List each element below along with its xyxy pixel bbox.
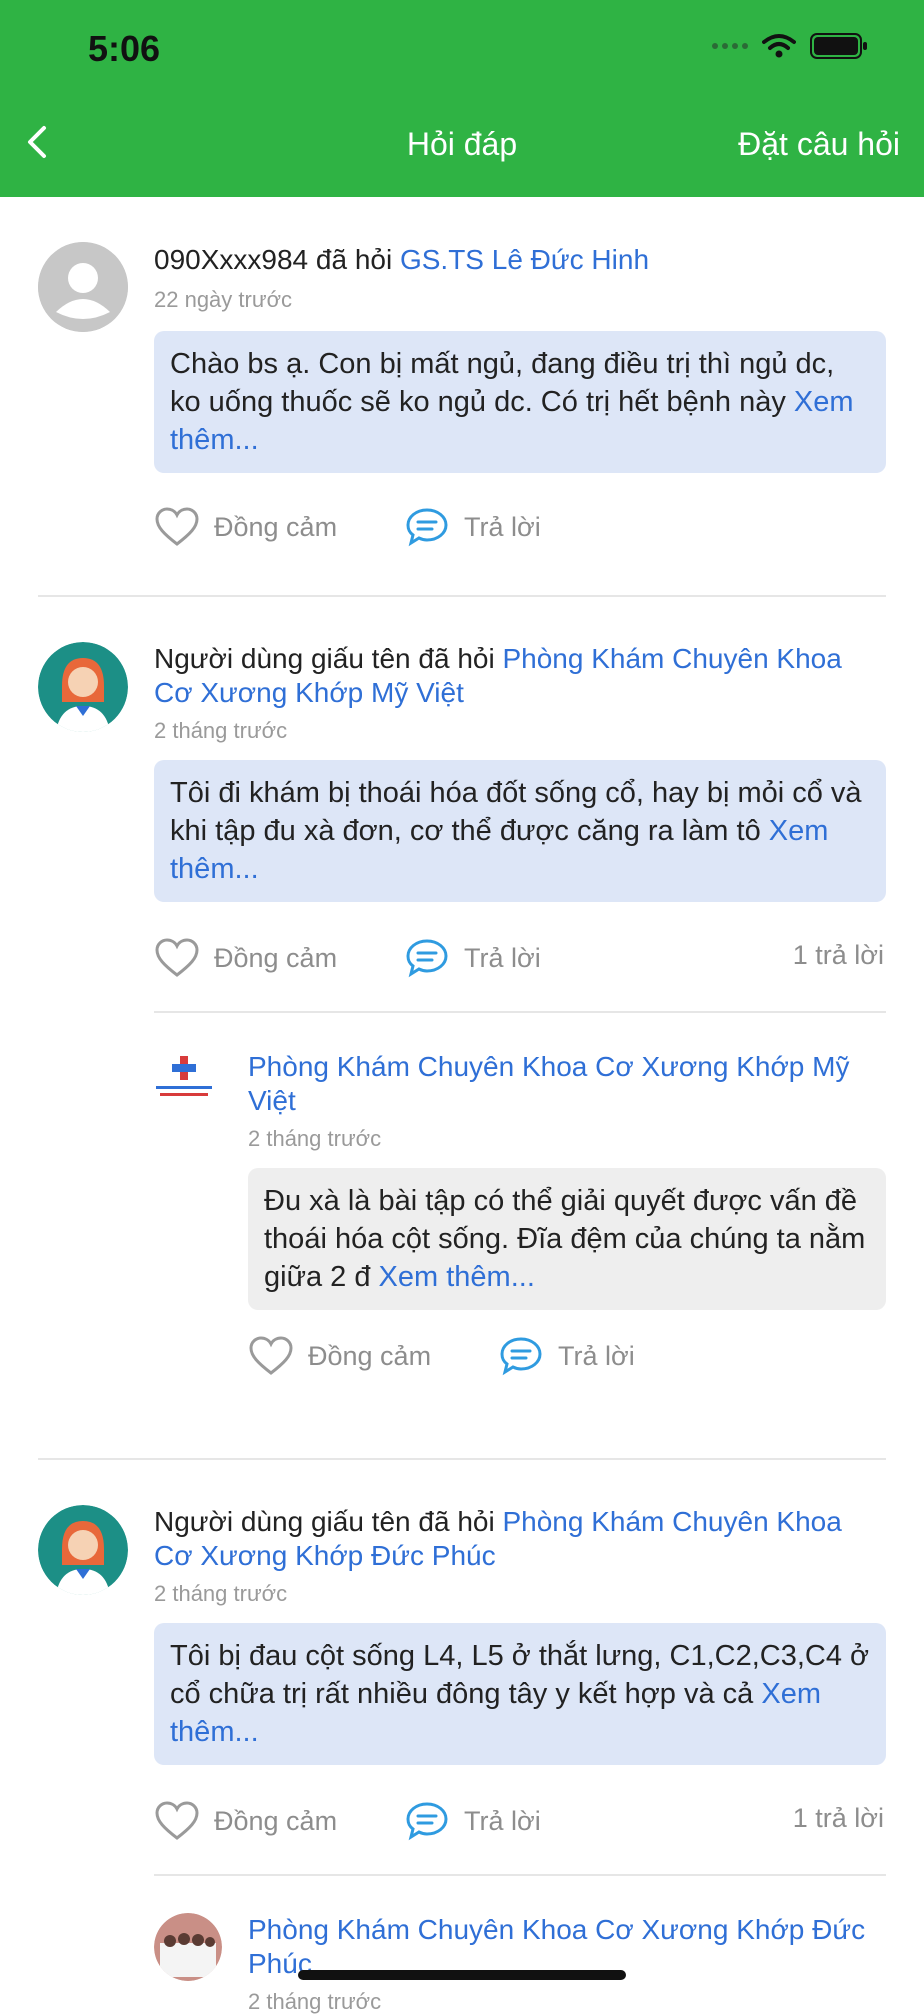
home-indicator <box>298 1970 626 1980</box>
empathy-label: Đồng cảm <box>214 1805 338 1836</box>
status-time: 5:06 <box>88 28 161 69</box>
battery-icon <box>810 33 867 59</box>
app-header: 5:06 Hỏi đáp Đặt câu hỏi <box>0 0 924 197</box>
post-actions: Đồng cảm Trả lời 1 trả lời <box>154 936 886 980</box>
reply-bubble[interactable]: Đu xà là bài tập có thể giải quyết được … <box>248 1168 886 1310</box>
chat-bubble-icon <box>406 508 448 547</box>
reply-button[interactable]: Trả lời <box>404 936 541 980</box>
reply-button[interactable]: Trả lời <box>404 1799 541 1843</box>
status-icons <box>712 32 868 60</box>
post-actions: Đồng cảm Trả lời <box>154 505 886 549</box>
reply-label: Trả lời <box>464 511 541 542</box>
chat-bubble-icon <box>406 939 448 978</box>
clinic-link[interactable]: Phòng Khám Chuyên Khoa Cơ Xương Khớp Mỹ … <box>248 1051 849 1116</box>
reply-count[interactable]: 1 trả lời <box>793 1803 884 1834</box>
question-time: 22 ngày trước <box>154 287 292 312</box>
asked-label: đã hỏi <box>315 244 393 275</box>
heart-icon <box>155 938 199 977</box>
reply-divider <box>154 1874 886 1876</box>
question-author: Người dùng giấu tên <box>154 1506 411 1537</box>
doctor-link[interactable]: GS.TS Lê Đức Hinh <box>400 244 649 275</box>
chat-bubble-icon <box>406 1802 448 1841</box>
heart-icon <box>155 507 199 546</box>
post-divider <box>38 595 886 597</box>
post-divider <box>38 1458 886 1460</box>
clinic-photo-avatar <box>154 1913 222 1981</box>
reply-label: Trả lời <box>558 1340 635 1371</box>
default-avatar-icon <box>38 242 128 332</box>
wifi-icon <box>762 34 796 58</box>
clinic-logo-icon <box>156 1056 212 1096</box>
asked-label: đã hỏi <box>418 643 495 674</box>
chat-bubble-icon <box>500 1337 542 1376</box>
female-avatar-icon <box>38 1505 128 1595</box>
reply-time: 2 tháng trước <box>248 1126 382 1151</box>
question-text: Chào bs ạ. Con bị mất ngủ, đang điều trị… <box>170 348 835 418</box>
question-author: 090Xxxx984 <box>154 244 309 275</box>
cellular-signal-icon <box>712 43 748 49</box>
question-header: Người dùng giấu tên đã hỏi Phòng Khám Ch… <box>154 642 888 710</box>
reply-label: Trả lời <box>464 1805 541 1836</box>
ask-question-button[interactable]: Đặt câu hỏi <box>738 126 900 163</box>
question-time: 2 tháng trước <box>154 1581 288 1606</box>
reply-time: 2 tháng trước <box>248 1989 382 2014</box>
empathy-button[interactable]: Đồng cảm <box>154 505 337 549</box>
empathy-button[interactable]: Đồng cảm <box>154 936 337 980</box>
empathy-button[interactable]: Đồng cảm <box>248 1334 431 1378</box>
reply-text: Đu xà là bài tập có thể giải quyết được … <box>264 1185 866 1293</box>
empathy-label: Đồng cảm <box>308 1340 432 1371</box>
heart-icon <box>249 1336 293 1375</box>
asked-label: đã hỏi <box>418 1506 495 1537</box>
heart-icon <box>155 1801 199 1840</box>
reply-divider <box>154 1011 886 1013</box>
see-more-link[interactable]: Xem thêm... <box>379 1261 535 1293</box>
reply-button[interactable]: Trả lời <box>404 505 541 549</box>
empathy-label: Đồng cảm <box>214 511 338 542</box>
reply-actions: Đồng cảm Trả lời <box>248 1334 886 1378</box>
question-text: Tôi đi khám bị thoái hóa đốt sống cổ, ha… <box>170 777 862 847</box>
reply-header: Phòng Khám Chuyên Khoa Cơ Xương Khớp Mỹ … <box>248 1050 888 1118</box>
female-avatar-icon <box>38 642 128 732</box>
question-header: 090Xxxx984 đã hỏi GS.TS Lê Đức Hinh <box>154 243 888 277</box>
question-time: 2 tháng trước <box>154 718 288 743</box>
question-bubble[interactable]: Tôi đi khám bị thoái hóa đốt sống cổ, ha… <box>154 760 886 902</box>
reply-count[interactable]: 1 trả lời <box>793 940 884 971</box>
question-header: Người dùng giấu tên đã hỏi Phòng Khám Ch… <box>154 1505 888 1573</box>
reply-button[interactable]: Trả lời <box>498 1334 635 1378</box>
question-bubble[interactable]: Chào bs ạ. Con bị mất ngủ, đang điều trị… <box>154 331 886 473</box>
empathy-label: Đồng cảm <box>214 942 338 973</box>
question-author: Người dùng giấu tên <box>154 643 411 674</box>
question-bubble[interactable]: Tôi bị đau cột sống L4, L5 ở thắt lưng, … <box>154 1623 886 1765</box>
empathy-button[interactable]: Đồng cảm <box>154 1799 337 1843</box>
post-actions: Đồng cảm Trả lời 1 trả lời <box>154 1799 886 1843</box>
reply-label: Trả lời <box>464 942 541 973</box>
